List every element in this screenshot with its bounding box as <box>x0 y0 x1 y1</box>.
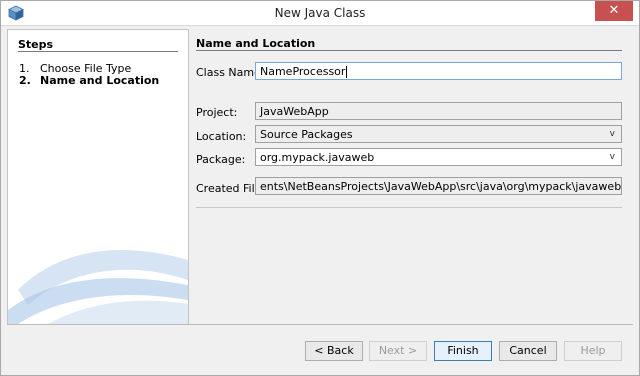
class-name-input[interactable]: NameProcessor <box>255 62 622 80</box>
steps-heading: Steps <box>18 38 54 51</box>
form-separator <box>196 207 622 208</box>
created-file-field: ents\NetBeansProjects\JavaWebApp\src\jav… <box>255 177 622 195</box>
new-java-class-dialog: New Java Class ✕ Steps 1. Choose File Typ… <box>0 0 640 376</box>
back-button[interactable]: < Back <box>305 341 363 361</box>
name-and-location-panel: Name and Location Class Name: NameProces… <box>188 29 633 323</box>
created-file-path: ents\NetBeansProjects\JavaWebApp\src\jav… <box>260 180 622 193</box>
package-label: Package: <box>196 153 246 166</box>
text-caret <box>346 66 348 78</box>
section-title: Name and Location <box>196 37 316 50</box>
cancel-button[interactable]: Cancel <box>499 341 557 361</box>
location-dropdown[interactable]: Source Packages v <box>255 125 622 143</box>
steps-divider <box>18 51 178 52</box>
project-label: Project: <box>196 106 238 119</box>
close-icon: ✕ <box>608 3 620 18</box>
next-button[interactable]: Next > <box>369 341 427 361</box>
help-button[interactable]: Help <box>564 341 622 361</box>
package-value: org.mypack.javaweb <box>260 151 375 164</box>
location-value: Source Packages <box>260 128 353 141</box>
step-name-and-location: 2. Name and Location <box>19 74 159 87</box>
class-name-value: NameProcessor <box>260 65 346 78</box>
wizard-watermark-graphic <box>8 250 188 324</box>
step-label: Name and Location <box>40 74 160 87</box>
package-combobox[interactable]: org.mypack.javaweb v <box>255 148 622 166</box>
button-bar-divider <box>7 324 633 325</box>
project-value: JavaWebApp <box>260 105 329 118</box>
chevron-down-icon: v <box>609 152 615 162</box>
steps-panel: Steps 1. Choose File Type 2. Name and Loca… <box>7 29 189 325</box>
project-field: JavaWebApp <box>255 102 622 120</box>
window-title: New Java Class <box>274 6 366 20</box>
chevron-down-icon: v <box>609 129 615 139</box>
finish-button[interactable]: Finish <box>434 341 492 361</box>
close-button[interactable]: ✕ <box>595 1 633 21</box>
step-number: 2. <box>19 74 31 87</box>
title-bar[interactable]: New Java Class ✕ <box>1 1 639 26</box>
location-label: Location: <box>196 130 247 143</box>
section-divider <box>196 50 622 51</box>
